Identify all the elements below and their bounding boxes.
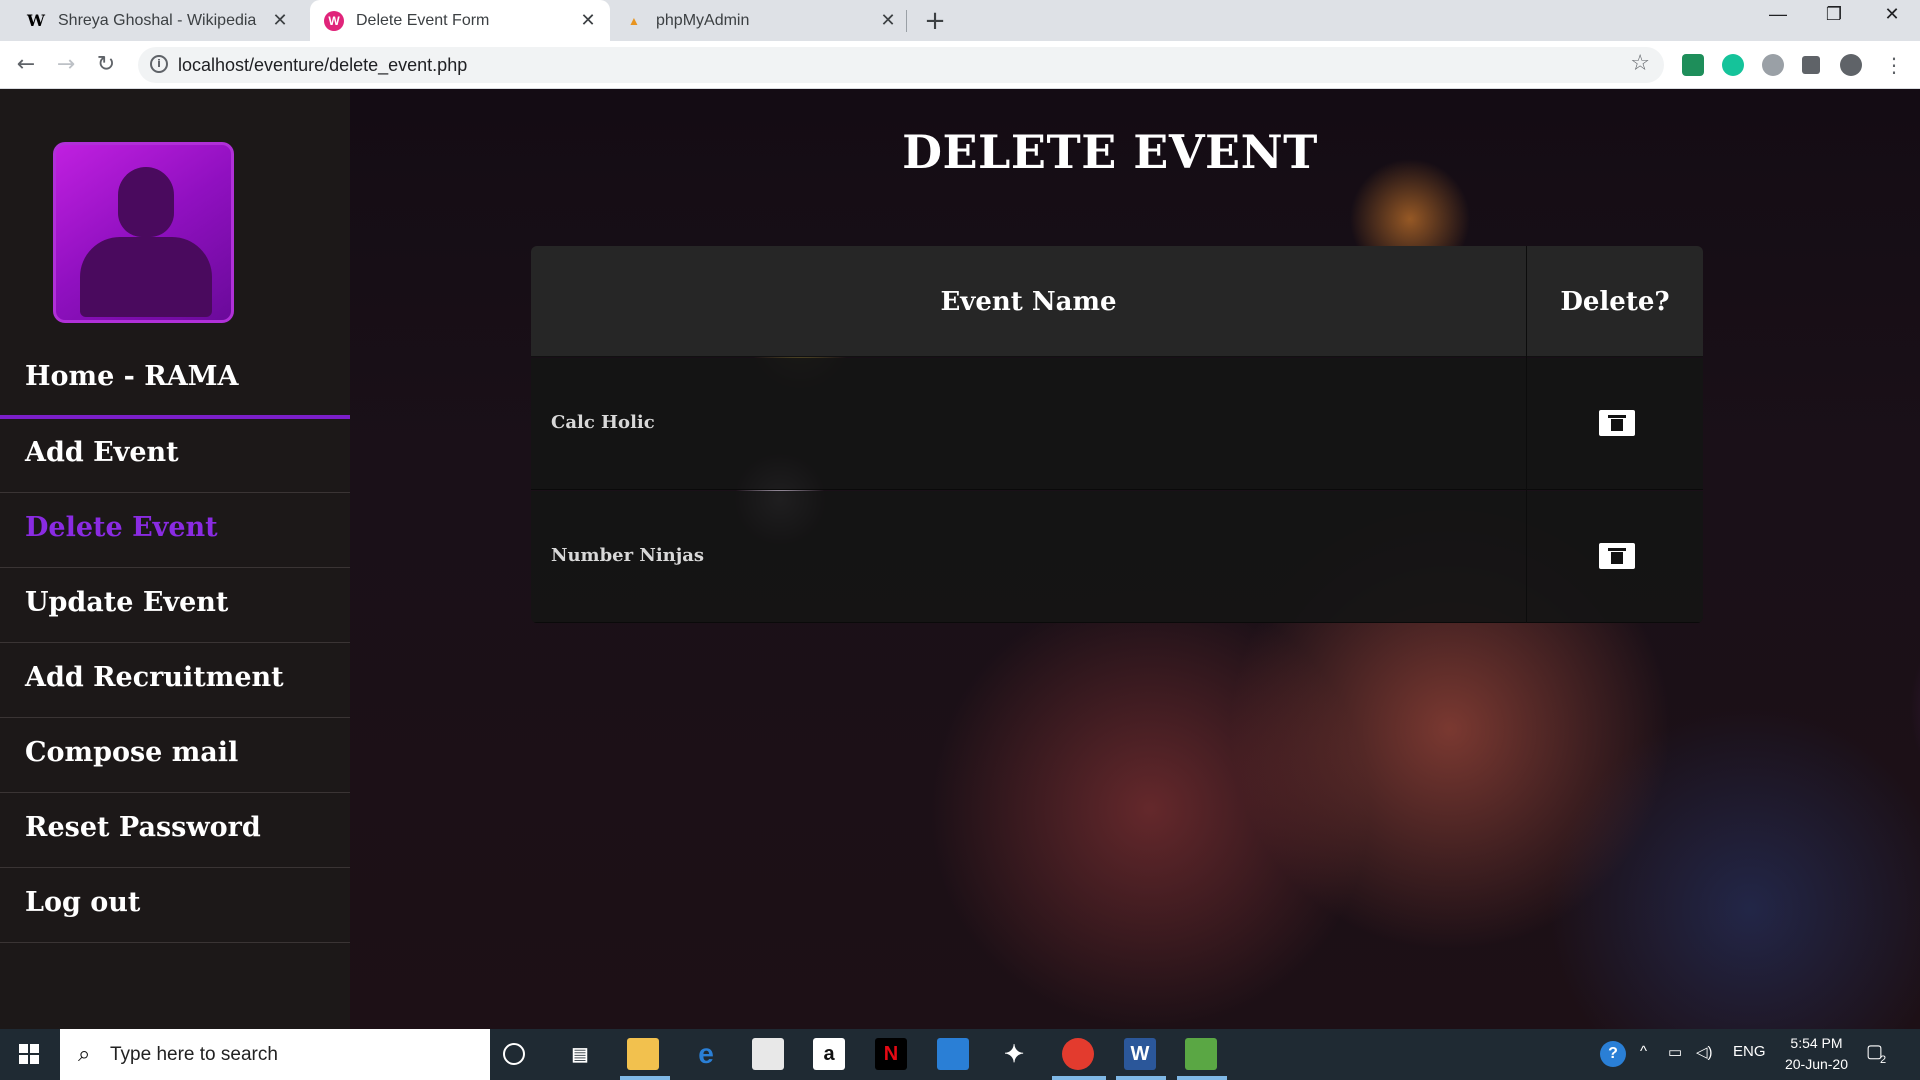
event-name-cell: Calc Holic	[551, 412, 655, 433]
sidebar-item-update-event[interactable]: Update Event	[0, 569, 350, 643]
paint-icon[interactable]	[1185, 1038, 1217, 1070]
sidebar-item-label: Compose mail	[25, 737, 239, 768]
trash-icon[interactable]	[1599, 543, 1635, 569]
site-favicon-icon: W	[324, 10, 344, 31]
battery-icon[interactable]: ▭	[1668, 1043, 1682, 1061]
notification-count-badge: 2	[1880, 1054, 1887, 1066]
active-app-indicator	[620, 1076, 670, 1080]
profile-avatar-icon[interactable]	[1840, 54, 1862, 76]
file-explorer-icon[interactable]	[627, 1038, 659, 1070]
chevron-up-icon[interactable]: ^	[1640, 1043, 1647, 1060]
event-name-cell: Number Ninjas	[551, 545, 705, 566]
reload-icon[interactable]: ↻	[90, 49, 122, 81]
sidebar-item-reset-password[interactable]: Reset Password	[0, 794, 350, 868]
dropbox-icon[interactable]: ✦	[998, 1038, 1030, 1070]
cortana-icon[interactable]	[503, 1043, 525, 1065]
sidebar-item-label: Home - RAMA	[25, 361, 239, 392]
search-icon: ⌕	[78, 1042, 91, 1067]
taskbar-search-input[interactable]: ⌕ Type here to search	[60, 1029, 490, 1080]
close-tab-icon[interactable]: ✕	[578, 10, 598, 31]
trash-lid-shape	[1608, 415, 1626, 418]
chrome-icon[interactable]	[1062, 1038, 1094, 1070]
trash-can-shape	[1611, 419, 1623, 431]
browser-tab-bar: W Shreya Ghoshal - Wikipedia ✕ W Delete …	[0, 0, 1920, 41]
amazon-icon[interactable]: a	[813, 1038, 845, 1070]
back-icon[interactable]: ←	[10, 49, 42, 81]
netflix-icon[interactable]: N	[875, 1038, 907, 1070]
shield-extension-icon[interactable]	[1682, 54, 1704, 76]
active-app-indicator	[1116, 1076, 1166, 1080]
sidebar-item-delete-event[interactable]: Delete Event	[0, 494, 350, 568]
volume-icon[interactable]: ◁)	[1696, 1043, 1713, 1061]
sidebar-item-add-event[interactable]: Add Event	[0, 419, 350, 493]
trash-icon[interactable]	[1599, 410, 1635, 436]
page-title: DELETE EVENT	[902, 125, 1318, 179]
tab-label: Shreya Ghoshal - Wikipedia	[58, 11, 257, 29]
table-row: Calc Holic	[531, 358, 1703, 490]
avatar-head-shape	[118, 167, 174, 237]
bookmark-star-icon[interactable]: ☆	[1630, 51, 1650, 76]
word-icon[interactable]: W	[1124, 1038, 1156, 1070]
events-table: Event Name Delete? Calc Holic Number Nin…	[531, 246, 1703, 623]
taskbar: ⌕ Type here to search ▤ e a N ✦ W ? ^ ▭ …	[0, 1029, 1920, 1080]
sidebar-item-add-recruitment[interactable]: Add Recruitment	[0, 644, 350, 718]
edge-icon[interactable]: e	[690, 1038, 722, 1070]
system-clock[interactable]: 5:54 PM 20-Jun-20	[1785, 1033, 1848, 1075]
active-app-indicator	[1052, 1076, 1106, 1080]
sidebar-item-label: Reset Password	[25, 812, 261, 843]
address-bar: ← → ↻ i localhost/eventure/delete_event.…	[0, 41, 1920, 89]
page-content: Home - RAMA Add Event Delete Event Updat…	[0, 89, 1920, 1029]
puzzle-extensions-icon[interactable]	[1802, 56, 1820, 74]
forward-icon[interactable]: →	[50, 49, 82, 81]
close-tab-icon[interactable]: ✕	[878, 10, 898, 31]
url-text: localhost/eventure/delete_event.php	[178, 55, 468, 75]
browser-menu-icon[interactable]: ⋮	[1878, 49, 1910, 81]
extension-icon[interactable]	[1762, 54, 1784, 76]
close-tab-icon[interactable]: ✕	[270, 10, 290, 31]
site-info-icon[interactable]: i	[150, 55, 168, 73]
table-header: Event Name Delete?	[531, 246, 1703, 357]
windows-start-icon[interactable]	[0, 1029, 60, 1080]
tab-phpmyadmin[interactable]: ▲ phpMyAdmin ✕	[610, 0, 910, 41]
clock-date: 20-Jun-20	[1784, 1056, 1848, 1072]
sidebar-item-compose-mail[interactable]: Compose mail	[0, 719, 350, 793]
tab-label: phpMyAdmin	[656, 11, 750, 29]
column-header-delete: Delete?	[1560, 286, 1670, 317]
sidebar-item-label: Update Event	[25, 587, 229, 618]
avatar-body-shape	[80, 237, 212, 317]
tab-delete-event-form[interactable]: W Delete Event Form ✕	[310, 0, 610, 41]
table-row: Number Ninjas	[531, 491, 1703, 623]
search-placeholder: Type here to search	[110, 1044, 278, 1065]
sidebar-item-label: Add Recruitment	[25, 662, 284, 693]
avatar	[53, 142, 234, 323]
sidebar: Home - RAMA Add Event Delete Event Updat…	[0, 89, 350, 1029]
tab-wikipedia[interactable]: W Shreya Ghoshal - Wikipedia ✕	[12, 0, 302, 41]
help-icon[interactable]: ?	[1600, 1041, 1626, 1067]
restore-icon[interactable]: ❐	[1814, 4, 1854, 25]
column-divider	[1526, 246, 1527, 623]
grammarly-extension-icon[interactable]	[1722, 54, 1744, 76]
sidebar-item-log-out[interactable]: Log out	[0, 869, 350, 943]
mail-icon[interactable]	[937, 1038, 969, 1070]
wikipedia-favicon-icon: W	[27, 11, 45, 30]
phpmyadmin-favicon-icon: ▲	[628, 13, 640, 28]
close-window-icon[interactable]: ✕	[1872, 4, 1912, 25]
active-app-indicator	[1177, 1076, 1227, 1080]
sidebar-item-label: Delete Event	[25, 512, 218, 543]
trash-lid-shape	[1608, 548, 1626, 551]
clock-time: 5:54 PM	[1790, 1035, 1843, 1051]
tab-separator	[906, 10, 907, 32]
trash-can-shape	[1611, 552, 1623, 564]
store-icon[interactable]	[752, 1038, 784, 1070]
sidebar-item-label: Add Event	[25, 437, 179, 468]
url-input[interactable]: i localhost/eventure/delete_event.php ☆	[138, 47, 1664, 83]
column-header-event-name: Event Name	[940, 286, 1117, 317]
language-indicator[interactable]: ENG	[1733, 1043, 1766, 1060]
new-tab-icon[interactable]: +	[920, 6, 950, 36]
task-view-icon[interactable]: ▤	[564, 1038, 596, 1070]
minimize-icon[interactable]: —	[1758, 4, 1798, 25]
sidebar-item-home[interactable]: Home - RAMA	[0, 343, 350, 419]
sidebar-item-label: Log out	[25, 887, 141, 918]
tab-label: Delete Event Form	[356, 11, 490, 29]
